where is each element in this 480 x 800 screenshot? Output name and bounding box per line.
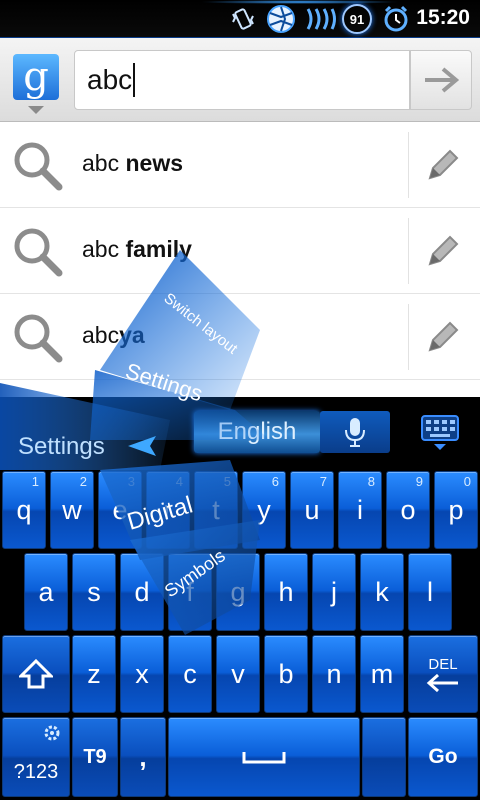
keyboard: English 1q2w3e4r5t6y7u8i9o0p asdfghjkl z… xyxy=(0,397,480,800)
key-label: u xyxy=(304,494,320,525)
hide-keyboard-button[interactable] xyxy=(418,411,462,455)
shift-key[interactable] xyxy=(2,635,70,713)
key-i[interactable]: 8i xyxy=(338,471,382,549)
battery-indicator: 91 xyxy=(342,4,372,34)
key-label: r xyxy=(163,494,173,525)
shift-arrow-icon xyxy=(19,659,53,689)
search-input[interactable]: abc xyxy=(74,50,410,110)
key-hint: 4 xyxy=(175,474,183,489)
symbols-key-label: ?123 xyxy=(13,760,59,783)
vibrate-icon xyxy=(228,4,258,34)
key-c[interactable]: c xyxy=(168,635,212,713)
key-r[interactable]: 4r xyxy=(146,471,190,549)
key-label: y xyxy=(257,494,271,525)
search-bar: g abc xyxy=(0,38,480,122)
key-e[interactable]: 3e xyxy=(98,471,142,549)
key-hint: 5 xyxy=(223,474,231,489)
key-k[interactable]: k xyxy=(360,553,404,631)
delete-key-label: DEL xyxy=(428,655,458,673)
search-provider-button[interactable]: g xyxy=(13,54,59,100)
key-o[interactable]: 9o xyxy=(386,471,430,549)
key-hint: 3 xyxy=(127,474,135,489)
divider xyxy=(408,132,409,198)
comma-key[interactable]: , xyxy=(120,717,166,797)
key-label: p xyxy=(448,494,464,525)
key-hint: 8 xyxy=(367,474,375,489)
key-a[interactable]: a xyxy=(24,553,68,631)
key-s[interactable]: s xyxy=(72,553,116,631)
key-n[interactable]: n xyxy=(312,635,356,713)
go-key[interactable]: Go xyxy=(408,717,478,797)
key-f[interactable]: f xyxy=(168,553,212,631)
microphone-icon xyxy=(345,418,365,447)
key-label: t xyxy=(212,494,220,525)
key-hint: 1 xyxy=(31,474,39,489)
key-label: e xyxy=(112,494,128,525)
key-hint: 6 xyxy=(271,474,279,489)
delete-key[interactable]: DEL xyxy=(408,635,478,713)
search-icon xyxy=(14,314,63,363)
key-t[interactable]: 5t xyxy=(194,471,238,549)
symbols-key[interactable]: ?123 xyxy=(2,717,70,797)
arrow-right-icon xyxy=(425,67,459,93)
language-bar[interactable]: English xyxy=(194,411,320,453)
key-d[interactable]: d xyxy=(120,553,164,631)
key-label: o xyxy=(400,494,416,525)
suggestion-text: abc family xyxy=(82,236,192,262)
clock: 15:20 xyxy=(416,6,470,29)
key-label: q xyxy=(16,494,32,525)
suggestion-text: abcya xyxy=(82,322,145,348)
divider xyxy=(408,218,409,284)
screen: 91 15:20 g abc abc news abc family abcya… xyxy=(0,0,480,800)
key-label: i xyxy=(357,494,363,525)
search-icon xyxy=(14,142,63,191)
go-arrow-button[interactable] xyxy=(410,50,472,110)
keyboard-icon xyxy=(421,415,459,450)
key-y[interactable]: 6y xyxy=(242,471,286,549)
keyboard-top-bar: English xyxy=(0,397,480,469)
edit-pencil-icon xyxy=(428,149,459,180)
key-m[interactable]: m xyxy=(360,635,404,713)
edit-pencil-icon xyxy=(428,321,459,352)
text-cursor xyxy=(133,63,136,97)
suggestion-list: abc news abc family abcya xyxy=(0,122,480,397)
key-hint: 9 xyxy=(415,474,423,489)
aperture-icon xyxy=(264,4,298,34)
key-j[interactable]: j xyxy=(312,553,356,631)
backspace-arrow-icon xyxy=(426,673,458,692)
search-query-text: abc xyxy=(87,64,133,95)
alarm-icon xyxy=(380,4,412,34)
space-icon xyxy=(242,752,286,764)
key-z[interactable]: z xyxy=(72,635,116,713)
key-h[interactable]: h xyxy=(264,553,308,631)
space-key[interactable] xyxy=(168,717,360,797)
gear-icon xyxy=(44,725,60,741)
suggestion-row[interactable]: abcya xyxy=(0,294,480,380)
key-hint: 2 xyxy=(79,474,87,489)
key-w[interactable]: 2w xyxy=(50,471,94,549)
key-b[interactable]: b xyxy=(264,635,308,713)
key-x[interactable]: x xyxy=(120,635,164,713)
key-g[interactable]: g xyxy=(216,553,260,631)
chevron-down-icon[interactable] xyxy=(28,106,44,114)
suggestion-text: abc news xyxy=(82,150,184,176)
suggestion-row[interactable]: abc family xyxy=(0,208,480,294)
key-label: w xyxy=(62,494,82,525)
suggestion-row[interactable]: abc news xyxy=(0,122,480,208)
key-u[interactable]: 7u xyxy=(290,471,334,549)
signal-icon xyxy=(304,4,338,34)
key-hint: 0 xyxy=(463,474,471,489)
edit-pencil-icon xyxy=(428,235,459,266)
key-v[interactable]: v xyxy=(216,635,260,713)
key-l[interactable]: l xyxy=(408,553,452,631)
microphone-button[interactable] xyxy=(320,411,390,453)
status-bar: 91 15:20 xyxy=(0,0,480,38)
key-q[interactable]: 1q xyxy=(2,471,46,549)
blank-key[interactable] xyxy=(362,717,406,797)
t9-key[interactable]: T9 xyxy=(72,717,118,797)
divider xyxy=(408,304,409,370)
key-hint: 7 xyxy=(319,474,327,489)
key-p[interactable]: 0p xyxy=(434,471,478,549)
search-icon xyxy=(14,228,63,277)
